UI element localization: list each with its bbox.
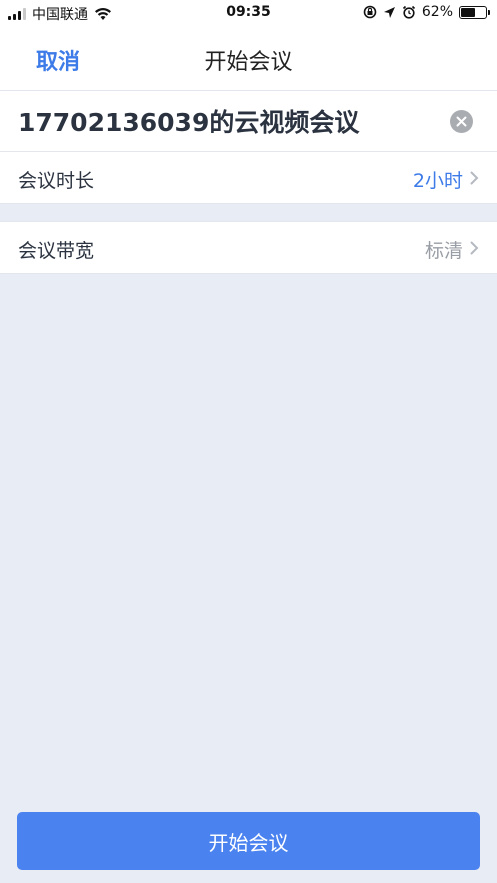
duration-label: 会议时长 [18, 170, 95, 192]
clear-icon[interactable] [450, 110, 473, 133]
bandwidth-value: 标清 [424, 240, 463, 262]
meeting-bandwidth-row[interactable]: 会议带宽 标清 [0, 221, 497, 274]
status-right: 62% [363, 4, 490, 20]
battery-icon [459, 5, 490, 19]
chevron-right-icon [470, 171, 479, 185]
battery-fill [461, 7, 475, 17]
status-bar: 中国联通 09:35 62% [0, 0, 497, 26]
meeting-name-row [0, 91, 497, 152]
bandwidth-label: 会议带宽 [18, 240, 95, 262]
battery-percent: 62% [421, 4, 453, 20]
duration-value: 2小时 [412, 170, 463, 192]
start-meeting-button[interactable]: 开始会议 [17, 812, 480, 870]
location-icon [383, 6, 395, 18]
chevron-right-icon [470, 241, 479, 255]
alarm-icon [402, 5, 415, 19]
meeting-name-input[interactable] [18, 101, 438, 141]
rotation-lock-icon [363, 5, 377, 19]
meeting-duration-row[interactable]: 会议时长 2小时 [0, 152, 497, 204]
nav-bar: 取消 开始会议 [0, 26, 497, 91]
cancel-button[interactable]: 取消 [36, 44, 80, 76]
